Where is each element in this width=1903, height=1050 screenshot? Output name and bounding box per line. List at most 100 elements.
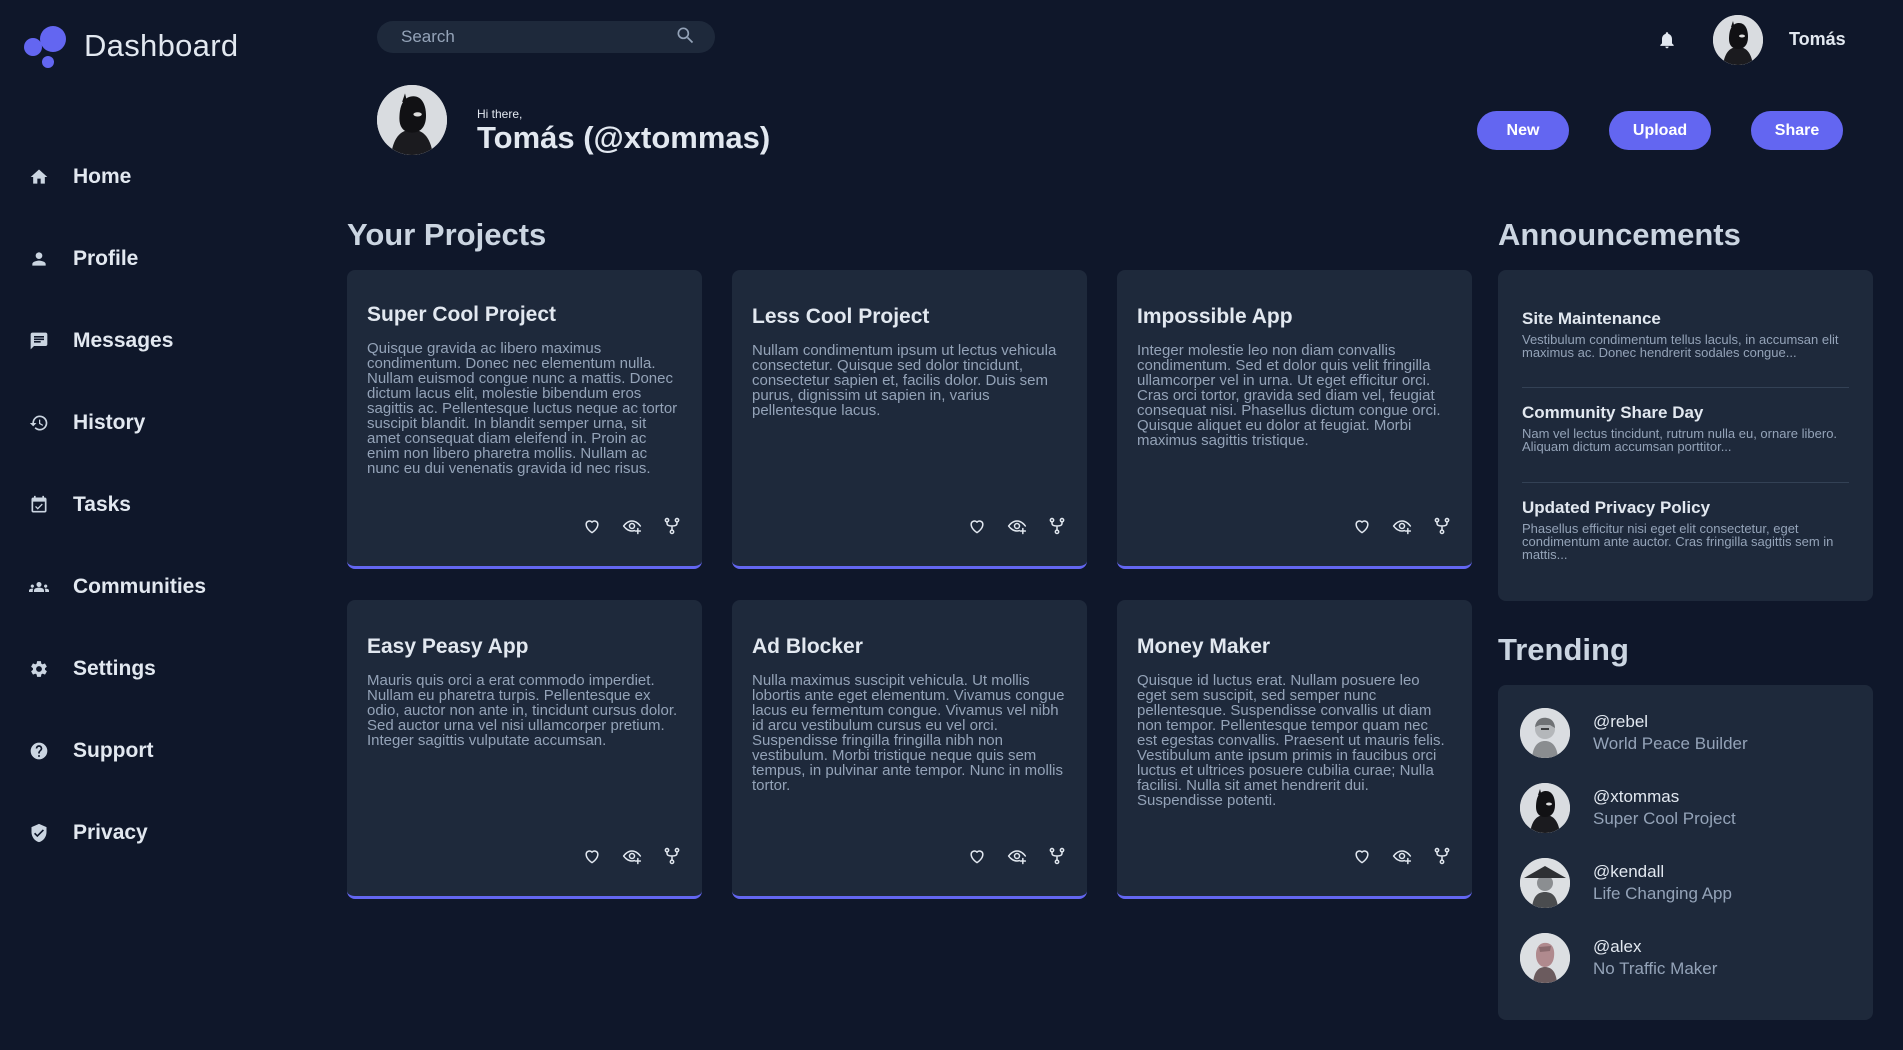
app-title: Dashboard	[84, 28, 239, 63]
project-description: Quisque id luctus erat. Nullam posuere l…	[1137, 672, 1445, 809]
announcement-item[interactable]: Updated Privacy Policy Phasellus efficit…	[1522, 498, 1849, 561]
fork-icon[interactable]	[662, 516, 682, 536]
project-title: Super Cool Project	[367, 303, 557, 326]
announcements-panel: Site Maintenance Vestibulum condimentum …	[1498, 270, 1873, 601]
heart-icon[interactable]	[1352, 516, 1372, 536]
watch-icon[interactable]	[1007, 846, 1027, 866]
fork-icon[interactable]	[1432, 846, 1452, 866]
sidebar-item-label: Messages	[73, 329, 174, 352]
search-input[interactable]	[401, 27, 675, 47]
heart-icon[interactable]	[967, 516, 987, 536]
sidebar-item-label: Tasks	[73, 493, 131, 516]
avatar	[1520, 933, 1570, 983]
sidebar-item-history[interactable]: History	[28, 382, 206, 464]
watch-icon[interactable]	[1392, 846, 1412, 866]
fork-icon[interactable]	[1432, 516, 1452, 536]
project-actions	[967, 846, 1067, 866]
trending-item[interactable]: @alex No Traffic Maker	[1520, 933, 1717, 983]
project-title: Money Maker	[1137, 635, 1271, 658]
projects-heading: Your Projects	[347, 217, 547, 252]
logo-icon	[24, 24, 68, 68]
announcement-title: Updated Privacy Policy	[1522, 498, 1711, 517]
history-icon	[28, 412, 50, 434]
search-bar[interactable]	[377, 21, 715, 53]
project-card[interactable]: Impossible App Integer molestie leo non …	[1117, 270, 1472, 569]
sidebar-item-home[interactable]: Home	[28, 136, 206, 218]
trending-item[interactable]: @xtommas Super Cool Project	[1520, 783, 1736, 833]
project-card[interactable]: Easy Peasy App Mauris quis orci a erat c…	[347, 600, 702, 899]
project-card[interactable]: Less Cool Project Nullam condimentum ips…	[732, 270, 1087, 569]
announcements-heading: Announcements	[1498, 217, 1741, 252]
watch-icon[interactable]	[1007, 516, 1027, 536]
trending-panel: @rebel World Peace Builder @xtommas Supe…	[1498, 685, 1873, 1020]
project-title: Less Cool Project	[752, 305, 930, 328]
trending-project: World Peace Builder	[1593, 734, 1748, 753]
project-card[interactable]: Super Cool Project Quisque gravida ac li…	[347, 270, 702, 569]
avatar	[1520, 708, 1570, 758]
topbar-username[interactable]: Tomás	[1789, 29, 1846, 50]
heart-icon[interactable]	[582, 846, 602, 866]
sidebar-item-settings[interactable]: Settings	[28, 628, 206, 710]
trending-item[interactable]: @rebel World Peace Builder	[1520, 708, 1748, 758]
message-icon	[28, 330, 50, 352]
divider	[1522, 482, 1849, 483]
divider	[1522, 387, 1849, 388]
bell-icon[interactable]	[1657, 30, 1677, 50]
sidebar-item-profile[interactable]: Profile	[28, 218, 206, 300]
trending-handle: @xtommas	[1593, 787, 1680, 806]
project-title: Impossible App	[1137, 305, 1293, 328]
greeting-name: Tomás (@xtommas)	[477, 120, 771, 155]
project-card[interactable]: Money Maker Quisque id luctus erat. Null…	[1117, 600, 1472, 899]
announcement-title: Site Maintenance	[1522, 309, 1661, 328]
shield-check-icon	[28, 822, 50, 844]
sidebar-item-label: Settings	[73, 657, 156, 680]
announcement-item[interactable]: Community Share Day Nam vel lectus tinci…	[1522, 403, 1849, 453]
sidebar-item-label: Communities	[73, 575, 207, 598]
avatar[interactable]	[1713, 15, 1763, 65]
share-button[interactable]: Share	[1751, 111, 1843, 150]
trending-project: Super Cool Project	[1593, 809, 1736, 828]
watch-icon[interactable]	[622, 516, 642, 536]
watch-icon[interactable]	[1392, 516, 1412, 536]
sidebar-item-communities[interactable]: Communities	[28, 546, 206, 628]
gear-icon	[28, 658, 50, 680]
fork-icon[interactable]	[1047, 846, 1067, 866]
new-button[interactable]: New	[1477, 111, 1569, 150]
heart-icon[interactable]	[967, 846, 987, 866]
project-actions	[582, 846, 682, 866]
watch-icon[interactable]	[622, 846, 642, 866]
sidebar-item-label: Privacy	[73, 821, 148, 844]
announcement-item[interactable]: Site Maintenance Vestibulum condimentum …	[1522, 309, 1849, 359]
heart-icon[interactable]	[582, 516, 602, 536]
project-actions	[1352, 516, 1452, 536]
sidebar-item-label: Home	[73, 165, 132, 188]
group-icon	[28, 576, 50, 598]
project-actions	[1352, 846, 1452, 866]
home-icon	[28, 166, 50, 188]
project-actions	[582, 516, 682, 536]
trending-handle: @kendall	[1593, 862, 1665, 881]
announcement-text: Vestibulum condimentum tellus laculs, in…	[1522, 332, 1839, 360]
announcement-text: Nam vel lectus tincidunt, rutrum nulla e…	[1522, 426, 1838, 454]
project-description: Mauris quis orci a erat commodo imperdie…	[367, 672, 678, 749]
trending-item[interactable]: @kendall Life Changing App	[1520, 858, 1732, 908]
trending-handle: @alex	[1593, 937, 1642, 956]
brand[interactable]: Dashboard	[24, 24, 238, 68]
sidebar-item-support[interactable]: Support	[28, 710, 206, 792]
trending-handle: @rebel	[1593, 712, 1649, 731]
search-icon[interactable]	[675, 25, 695, 50]
greeting-hi: Hi there,	[477, 107, 523, 121]
fork-icon[interactable]	[1047, 516, 1067, 536]
trending-heading: Trending	[1498, 632, 1629, 667]
project-description: Integer molestie leo non diam convallis …	[1137, 342, 1441, 449]
sidebar-item-tasks[interactable]: Tasks	[28, 464, 206, 546]
calendar-check-icon	[28, 494, 50, 516]
project-actions	[967, 516, 1067, 536]
sidebar-item-messages[interactable]: Messages	[28, 300, 206, 382]
fork-icon[interactable]	[662, 846, 682, 866]
sidebar-item-label: History	[73, 411, 146, 434]
upload-button[interactable]: Upload	[1609, 111, 1711, 150]
heart-icon[interactable]	[1352, 846, 1372, 866]
project-card[interactable]: Ad Blocker Nulla maximus suscipit vehicu…	[732, 600, 1087, 899]
sidebar-item-privacy[interactable]: Privacy	[28, 792, 206, 874]
